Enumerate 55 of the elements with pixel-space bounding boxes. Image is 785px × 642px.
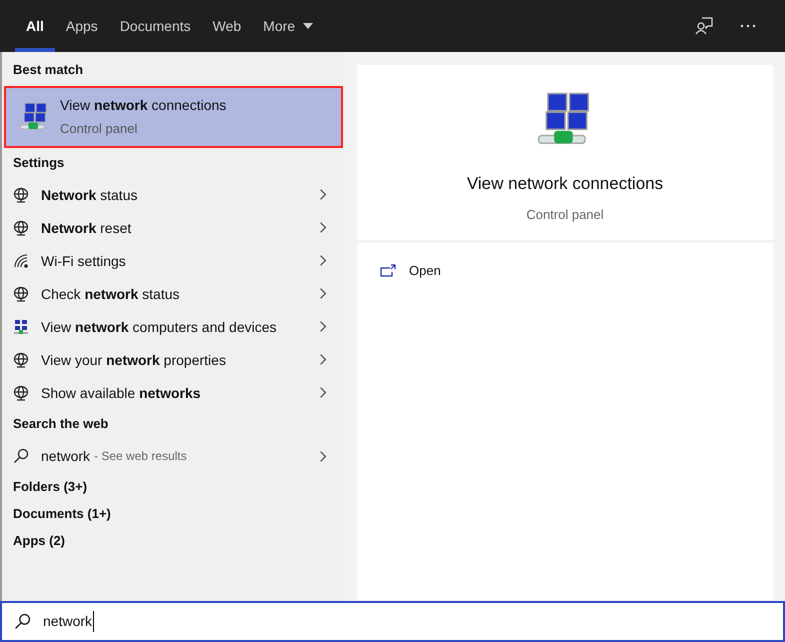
open-external-icon <box>380 264 396 278</box>
globe-monitor-icon <box>13 384 29 400</box>
preview-subtitle: Control panel <box>526 206 604 224</box>
chevron-right-icon <box>319 320 327 333</box>
result-label: Network status <box>41 186 138 204</box>
search-icon <box>14 613 31 630</box>
network-icon <box>13 318 29 334</box>
best-match-result[interactable]: View network connections Control panel <box>4 86 343 148</box>
category-heading[interactable]: Folders (3+) <box>2 473 345 500</box>
result-subtitle: Control panel <box>60 120 138 138</box>
globe-monitor-icon <box>13 352 29 368</box>
section-heading: Search the web <box>12 415 110 433</box>
category-heading[interactable]: Apps (2) <box>2 527 345 554</box>
settings-result[interactable]: Network status <box>2 178 345 211</box>
category-heading[interactable]: Documents (1+) <box>2 500 345 527</box>
search-icon <box>13 448 29 464</box>
result-label: Wi-Fi settings <box>41 252 127 270</box>
preview-title: View network connections <box>466 173 664 195</box>
section-heading: Settings <box>12 154 66 172</box>
chevron-right-icon <box>319 188 327 201</box>
result-title: View network connections <box>60 96 226 116</box>
result-label: View network computers and devices <box>41 318 278 336</box>
settings-result[interactable]: View your network properties <box>2 343 345 376</box>
web-results-hint: - See web results <box>94 448 187 465</box>
search-value: network <box>43 611 94 632</box>
chevron-right-icon <box>319 450 327 462</box>
tab[interactable]: Documents <box>108 0 202 52</box>
settings-result[interactable]: Network reset <box>2 211 345 244</box>
settings-result[interactable]: Wi-Fi settings <box>2 244 345 277</box>
settings-result[interactable]: Check network status <box>2 277 345 310</box>
person-feedback-icon <box>695 17 713 35</box>
chevron-right-icon <box>319 386 327 399</box>
settings-result[interactable]: View network computers and devices <box>2 310 345 343</box>
search-field[interactable]: network <box>0 601 785 642</box>
result-label: View your network properties <box>41 350 227 368</box>
chevron-right-icon <box>319 221 327 234</box>
tab[interactable]: Apps <box>54 0 109 52</box>
chevron-right-icon <box>319 254 327 267</box>
globe-monitor-icon <box>13 186 29 202</box>
chevron-right-icon <box>319 287 327 300</box>
result-label: Network reset <box>41 218 132 236</box>
wifi-icon <box>13 252 29 268</box>
section-heading: Best match <box>12 61 84 79</box>
chevron-right-icon <box>319 353 327 366</box>
web-search-result[interactable]: network - See web results <box>2 439 345 473</box>
result-label: Check network status <box>41 284 181 302</box>
globe-monitor-icon <box>13 286 29 302</box>
ellipsis-icon <box>740 24 756 28</box>
tab[interactable]: Web <box>202 0 252 52</box>
globe-monitor-icon <box>13 220 29 236</box>
open-action[interactable]: Open <box>357 257 773 285</box>
web-query: network <box>41 446 90 466</box>
tab[interactable]: More <box>252 0 324 52</box>
result-label: Show available networks <box>41 384 202 402</box>
settings-result[interactable]: Show available networks <box>2 376 345 409</box>
